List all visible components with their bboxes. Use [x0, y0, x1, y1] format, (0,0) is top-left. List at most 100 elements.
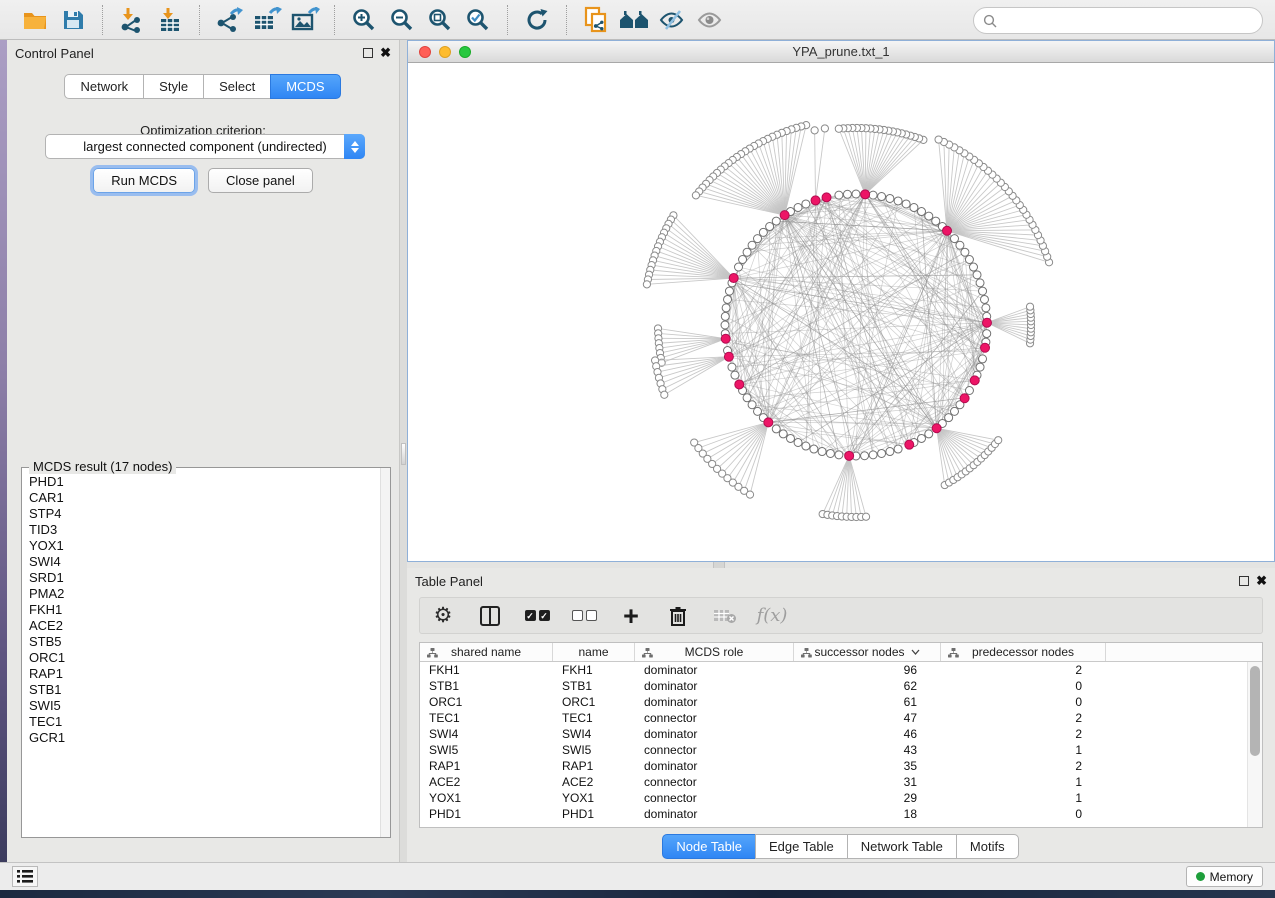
first-neighbors-icon[interactable] — [615, 3, 653, 37]
table-row[interactable]: PHD1PHD1dominator180 — [420, 806, 1247, 822]
select-all-icon[interactable]: ✓✓ — [524, 603, 550, 629]
tab-style[interactable]: Style — [143, 74, 204, 99]
table-cell: 2 — [941, 759, 1106, 773]
table-cell: dominator — [635, 663, 794, 677]
column-type-icon — [801, 647, 812, 661]
import-table-icon[interactable] — [151, 3, 189, 37]
open-icon[interactable] — [16, 3, 54, 37]
table-row[interactable]: TEC1TEC1connector472 — [420, 710, 1247, 726]
mcds-result-item[interactable]: PMA2 — [29, 586, 380, 602]
mcds-result-item[interactable]: TEC1 — [29, 714, 380, 730]
import-network-icon[interactable] — [113, 3, 151, 37]
delete-column-icon[interactable] — [665, 603, 691, 629]
column-header-name[interactable]: name — [553, 643, 635, 661]
zoom-fit-icon[interactable] — [421, 3, 459, 37]
hide-graphics-details-icon[interactable] — [653, 3, 691, 37]
mcds-result-item[interactable]: SWI5 — [29, 698, 380, 714]
deselect-all-icon[interactable] — [571, 603, 597, 629]
task-history-icon[interactable] — [12, 866, 38, 887]
zoom-out-icon[interactable] — [383, 3, 421, 37]
zoom-in-icon[interactable] — [345, 3, 383, 37]
column-header-MCDS-role[interactable]: MCDS role — [635, 643, 794, 661]
mcds-result-item[interactable]: STP4 — [29, 506, 380, 522]
mcds-result-item[interactable]: SWI4 — [29, 554, 380, 570]
duplicate-network-icon[interactable] — [577, 3, 615, 37]
mcds-result-item[interactable]: CAR1 — [29, 490, 380, 506]
table-row[interactable]: SWI5SWI5connector431 — [420, 742, 1247, 758]
mcds-result-item[interactable]: RAP1 — [29, 666, 380, 682]
tab-mcds[interactable]: MCDS — [270, 74, 340, 99]
mcds-result-item[interactable]: PHD1 — [29, 474, 380, 490]
run-mcds-button[interactable]: Run MCDS — [93, 168, 195, 193]
mcds-result-item[interactable]: STB1 — [29, 682, 380, 698]
vertical-splitter[interactable] — [400, 40, 407, 862]
table-cell: FKH1 — [420, 663, 553, 677]
export-image-icon[interactable] — [286, 3, 324, 37]
mcds-result-item[interactable]: ORC1 — [29, 650, 380, 666]
mcds-result-item[interactable]: SRD1 — [29, 570, 380, 586]
column-header-successor-nodes[interactable]: successor nodes — [794, 643, 941, 661]
close-panel-icon[interactable]: ✖ — [1256, 576, 1267, 586]
criterion-dropdown[interactable]: largest connected component (undirected) — [45, 134, 365, 159]
column-header-shared-name[interactable]: shared name — [420, 643, 553, 661]
tab-motifs[interactable]: Motifs — [956, 834, 1019, 859]
search-input[interactable] — [1003, 13, 1253, 28]
table-row[interactable]: RAP1RAP1dominator352 — [420, 758, 1247, 774]
export-table-icon[interactable] — [248, 3, 286, 37]
table-cell: dominator — [635, 695, 794, 709]
mcds-result-item[interactable]: STB5 — [29, 634, 380, 650]
table-cell: 46 — [794, 727, 941, 741]
close-panel-button[interactable]: Close panel — [208, 168, 313, 193]
table-cell: 1 — [941, 775, 1106, 789]
tab-edge-table[interactable]: Edge Table — [755, 834, 848, 859]
mcds-list-scrollbar[interactable] — [380, 468, 390, 837]
save-icon[interactable] — [54, 3, 92, 37]
column-header-predecessor-nodes[interactable]: predecessor nodes — [941, 643, 1106, 661]
control-tabs: NetworkStyleSelectMCDS — [7, 74, 399, 99]
mcds-result-item[interactable]: YOX1 — [29, 538, 380, 554]
network-canvas[interactable] — [408, 63, 1274, 561]
add-column-icon[interactable]: + — [618, 603, 644, 629]
export-network-icon[interactable] — [210, 3, 248, 37]
tab-network[interactable]: Network — [64, 74, 144, 99]
table-row[interactable]: ORC1ORC1dominator610 — [420, 694, 1247, 710]
float-panel-icon[interactable] — [363, 48, 373, 58]
table-row[interactable]: ACE2ACE2connector311 — [420, 774, 1247, 790]
mcds-result-item[interactable]: TID3 — [29, 522, 380, 538]
splitter-grip[interactable] — [401, 443, 406, 465]
table-cell: ORC1 — [420, 695, 553, 709]
table-header-row: shared namenameMCDS rolesuccessor nodesp… — [420, 643, 1262, 662]
table-cell: SWI5 — [420, 743, 553, 757]
mcds-result-groupbox: MCDS result (17 nodes) PHD1CAR1STP4TID3Y… — [21, 467, 391, 838]
table-cell: RAP1 — [553, 759, 635, 773]
tab-node-table[interactable]: Node Table — [662, 834, 756, 859]
settings-gear-icon[interactable]: ⚙ — [430, 603, 456, 629]
refresh-icon[interactable] — [518, 3, 556, 37]
cytoscape-app: Control Panel ✖ NetworkStyleSelectMCDS O… — [0, 0, 1275, 898]
sort-desc-icon — [911, 649, 920, 655]
scrollbar-thumb[interactable] — [1250, 666, 1260, 756]
table-cell: RAP1 — [420, 759, 553, 773]
table-scrollbar[interactable] — [1247, 662, 1262, 827]
mcds-result-item[interactable]: GCR1 — [29, 730, 380, 746]
memory-button[interactable]: Memory — [1186, 866, 1263, 887]
delete-table-icon — [712, 603, 738, 629]
table-cell: 2 — [941, 727, 1106, 741]
network-window-titlebar[interactable]: YPA_prune.txt_1 — [408, 41, 1274, 63]
mcds-result-item[interactable]: FKH1 — [29, 602, 380, 618]
table-row[interactable]: FKH1FKH1dominator962 — [420, 662, 1247, 678]
tab-network-table[interactable]: Network Table — [847, 834, 957, 859]
table-cell: ACE2 — [420, 775, 553, 789]
table-row[interactable]: SWI4SWI4dominator462 — [420, 726, 1247, 742]
network-graph[interactable] — [408, 63, 1274, 561]
float-panel-icon[interactable] — [1239, 576, 1249, 586]
split-panel-icon[interactable] — [477, 603, 503, 629]
table-row[interactable]: STB1STB1dominator620 — [420, 678, 1247, 694]
zoom-selected-icon[interactable] — [459, 3, 497, 37]
mcds-result-item[interactable]: ACE2 — [29, 618, 380, 634]
table-toolbar: ⚙ ✓✓ + f(x) — [419, 597, 1263, 634]
close-panel-icon[interactable]: ✖ — [380, 48, 391, 58]
birds-eye-view-icon[interactable] — [691, 3, 729, 37]
table-row[interactable]: YOX1YOX1connector291 — [420, 790, 1247, 806]
tab-select[interactable]: Select — [203, 74, 271, 99]
